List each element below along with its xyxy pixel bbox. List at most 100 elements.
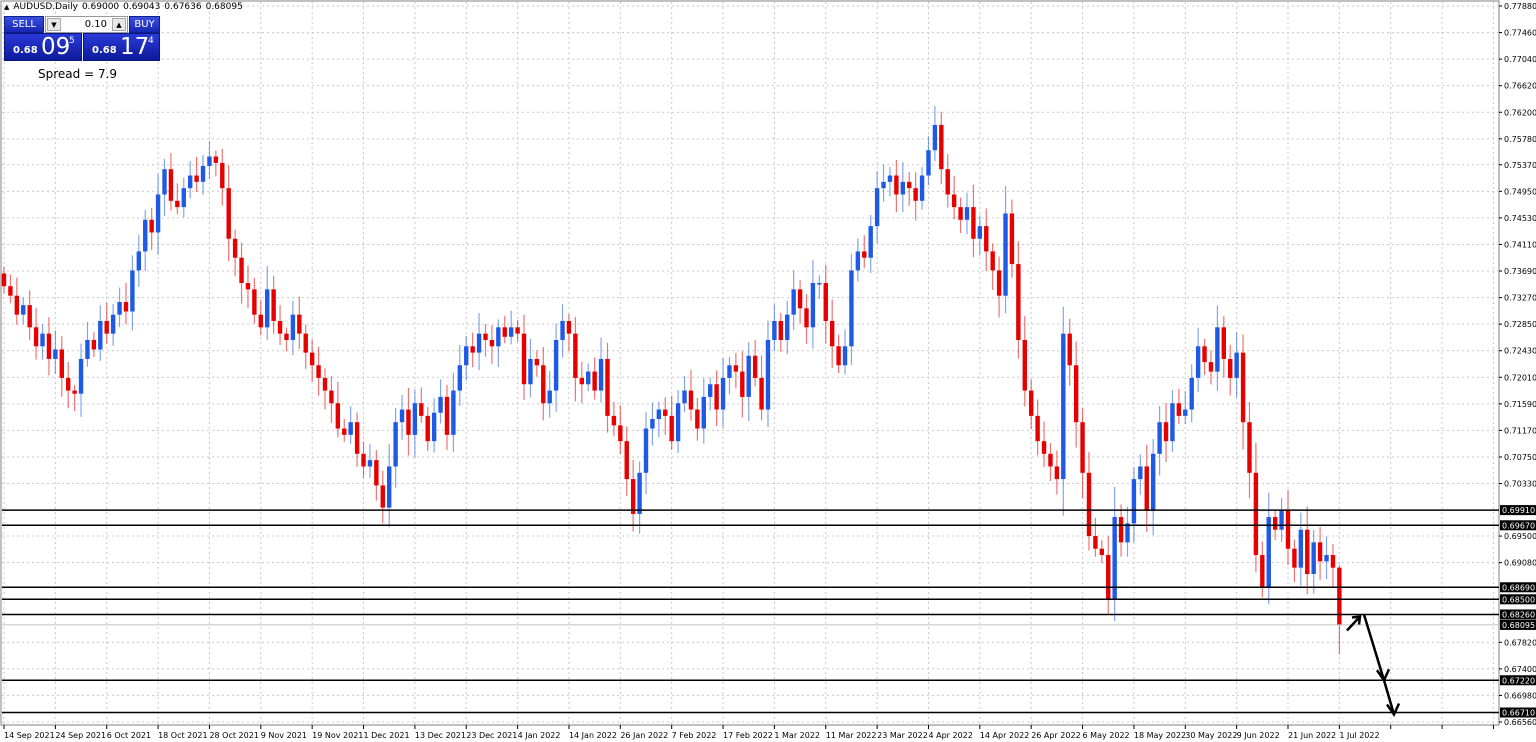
candle-bullish: [1138, 466, 1143, 480]
candle-bullish: [476, 333, 482, 353]
y-tick-label: 0.73270: [1504, 294, 1536, 303]
x-tick-label: 7 Feb 2022: [672, 731, 717, 740]
sell-price-fraction: 5: [69, 36, 75, 46]
candle-bearish: [309, 352, 315, 366]
candle-bullish: [265, 289, 270, 328]
candle-bearish: [361, 453, 366, 467]
candle-bullish: [451, 390, 456, 435]
candle-bullish: [85, 339, 90, 359]
candle-bearish: [573, 333, 578, 378]
candle-bearish: [521, 333, 527, 385]
lot-size-stepper[interactable]: ▼ 0.10 ▲: [45, 16, 128, 33]
candle-bullish: [1195, 346, 1201, 378]
price-chart[interactable]: 0.77880 0.77460 0.77040 0.76620 0.76200 0.757…: [0, 0, 1536, 742]
candle-bearish: [515, 327, 520, 334]
candle-bullish: [874, 188, 880, 227]
decrease-lot-icon[interactable]: ▼: [47, 18, 61, 31]
candle-bearish: [297, 314, 302, 334]
increase-lot-icon[interactable]: ▲: [112, 18, 126, 31]
x-tick-label: 23 Mar 2022: [877, 731, 928, 740]
candle-bullish: [765, 339, 771, 410]
buy-price-box[interactable]: 0.68 17 4: [83, 33, 160, 61]
candle-bearish: [239, 257, 244, 284]
candle-bullish: [130, 270, 135, 312]
candle-bearish: [1080, 422, 1085, 473]
candle-bullish: [791, 289, 796, 315]
candle-bearish: [1086, 472, 1092, 537]
candle-bullish: [553, 339, 559, 391]
candle-bearish: [945, 169, 950, 195]
candle-bearish: [1144, 466, 1149, 511]
candle-bearish: [252, 289, 257, 315]
candle-bullish: [367, 460, 373, 467]
candle-bearish: [1118, 517, 1124, 543]
candle-bullish: [868, 226, 873, 258]
candle-bullish: [1324, 555, 1329, 562]
candle-bearish: [232, 238, 238, 258]
candle-bullish: [496, 327, 501, 347]
candle-bullish: [701, 396, 706, 429]
candle-bearish: [939, 124, 944, 170]
candle-bearish: [1253, 472, 1259, 556]
candle-bearish: [1317, 542, 1323, 562]
candle-bearish: [1093, 536, 1098, 549]
spread-label: Spread = 7.9: [38, 67, 118, 81]
x-tick-label: 28 Oct 2021: [209, 731, 258, 740]
candle-bearish: [990, 251, 995, 271]
candle-bullish: [207, 156, 212, 167]
lot-size-input[interactable]: 0.10: [85, 19, 107, 30]
candle-bullish: [785, 314, 790, 340]
candle-bullish: [772, 320, 777, 340]
candle-bullish: [528, 358, 533, 385]
collapse-triangle-icon[interactable]: ▲: [4, 3, 9, 11]
candle-bullish: [1234, 352, 1239, 378]
candle-bullish: [508, 327, 514, 337]
candle-bullish: [393, 422, 398, 467]
candle-bearish: [329, 390, 334, 404]
x-tick-label: 21 Jun 2022: [1288, 731, 1336, 740]
candle-bearish: [1163, 422, 1169, 442]
buy-price-fraction: 4: [148, 36, 154, 46]
x-tick-label: 26 Apr 2022: [1031, 731, 1080, 740]
candle-bullish: [143, 219, 148, 252]
x-tick-label: 18 Oct 2021: [158, 731, 207, 740]
candle-bullish: [187, 175, 193, 189]
candle-bullish: [464, 346, 469, 366]
x-tick-label: 13 Dec 2021: [415, 731, 466, 740]
candle-bearish: [1035, 415, 1040, 442]
candle-bullish: [40, 333, 45, 347]
ohlc-high: 0.69043: [123, 2, 161, 12]
candle-bearish: [778, 320, 784, 340]
candle-bullish: [1170, 403, 1175, 442]
candle-bullish: [926, 150, 931, 176]
x-tick-label: 14 Apr 2022: [980, 731, 1029, 740]
y-tick-label: 0.75780: [1504, 135, 1536, 144]
x-tick-label: 14 Jan 2022: [569, 731, 617, 740]
candle-bullish: [810, 283, 816, 328]
candle-bullish: [727, 365, 732, 378]
candle-bearish: [836, 346, 841, 366]
y-tick-label: 0.72430: [1504, 347, 1536, 356]
candle-bearish: [1073, 365, 1079, 423]
y-tick-label: 0.72010: [1504, 373, 1536, 382]
sell-price-pips: 09: [41, 34, 71, 60]
candle-bearish: [374, 460, 379, 486]
candle-bearish: [1272, 517, 1278, 530]
candle-bearish: [1106, 555, 1111, 600]
candle-bullish: [842, 346, 848, 366]
candle-bullish: [1215, 327, 1220, 372]
candle-bullish: [457, 365, 463, 391]
candle-bearish: [342, 428, 347, 435]
candle-bullish: [431, 412, 437, 442]
candle-bearish: [759, 377, 764, 410]
x-tick-label: 30 May 2022: [1185, 731, 1237, 740]
y-tick-label: 0.71170: [1504, 426, 1536, 435]
candle-bearish: [322, 377, 328, 391]
candle-bullish: [1157, 422, 1162, 454]
x-tick-label: 1 Jul 2022: [1339, 731, 1379, 740]
candle-bearish: [630, 479, 636, 514]
sell-button[interactable]: SELL: [4, 16, 44, 33]
buy-button[interactable]: BUY: [129, 16, 160, 33]
sell-price-box[interactable]: 0.68 09 5: [4, 33, 82, 61]
candle-bearish: [1337, 567, 1342, 625]
